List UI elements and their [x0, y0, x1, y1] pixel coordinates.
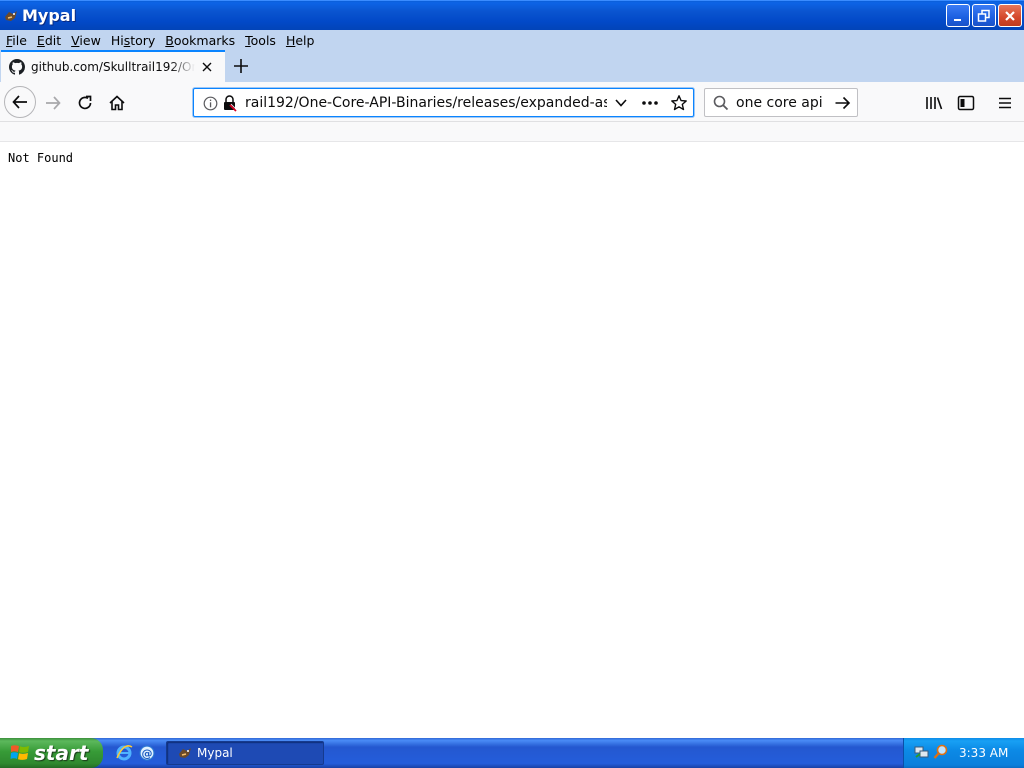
windows-logo-icon: [10, 743, 30, 763]
tab-close-button[interactable]: [199, 59, 215, 75]
navigation-toolbar: rail192/One-Core-API-Binaries/releases/e…: [0, 82, 1024, 122]
svg-text:@: @: [142, 747, 153, 760]
taskbar: start @ Mypal 3:33 AM: [0, 738, 1024, 768]
taskbar-button-mypal[interactable]: Mypal: [166, 741, 324, 765]
menu-tools[interactable]: Tools: [240, 33, 281, 48]
bookmark-star-icon[interactable]: [670, 94, 688, 115]
close-button[interactable]: [998, 4, 1022, 27]
not-found-text: Not Found: [8, 151, 74, 165]
chevron-down-icon[interactable]: [614, 97, 628, 112]
menu-history[interactable]: History: [106, 33, 160, 48]
home-button[interactable]: [106, 92, 128, 114]
close-icon: [202, 62, 212, 72]
menu-help[interactable]: Help: [281, 33, 320, 48]
mypal-app-icon: [177, 745, 193, 761]
page-actions-icon[interactable]: [641, 97, 659, 112]
network-icon[interactable]: [914, 744, 930, 763]
restore-button[interactable]: [972, 4, 996, 27]
search-bar[interactable]: one core api: [704, 88, 858, 117]
menu-button[interactable]: [993, 92, 1017, 114]
back-button[interactable]: [4, 86, 36, 118]
hamburger-menu-icon: [999, 97, 1011, 109]
outlook-express-icon[interactable]: @: [138, 744, 156, 762]
sidebar-button[interactable]: [954, 92, 978, 114]
insecure-lock-icon[interactable]: [222, 95, 238, 115]
restore-icon: [977, 9, 990, 22]
reload-icon: [78, 95, 92, 110]
github-icon: [9, 59, 25, 75]
start-label: start: [34, 741, 89, 765]
page-content: Not Found: [0, 142, 1024, 738]
mypal-app-icon: [3, 8, 19, 24]
arrow-left-icon: [12, 95, 27, 109]
search-input[interactable]: one core api: [736, 95, 823, 111]
forward-button[interactable]: [42, 92, 64, 114]
sidebar-icon: [957, 95, 975, 111]
menu-bookmarks[interactable]: Bookmarks: [160, 33, 240, 48]
url-bar[interactable]: rail192/One-Core-API-Binaries/releases/e…: [193, 88, 694, 117]
minimize-icon: [954, 18, 961, 21]
taskbar-button-label: Mypal: [197, 746, 233, 760]
tab-title: github.com/Skulltrail192/One-Core-API-Bi…: [31, 60, 195, 74]
url-text[interactable]: rail192/One-Core-API-Binaries/releases/e…: [245, 95, 607, 111]
search-go-button[interactable]: [834, 95, 851, 114]
window-title: Mypal: [22, 6, 77, 25]
menu-bar: File Edit View History Bookmarks Tools H…: [0, 30, 1024, 50]
menu-edit[interactable]: Edit: [32, 33, 66, 48]
clock: 3:33 AM: [959, 746, 1009, 760]
plus-icon: [234, 59, 248, 73]
home-icon: [109, 95, 125, 111]
minimize-button[interactable]: [946, 4, 970, 27]
internet-explorer-icon[interactable]: [115, 744, 133, 762]
search-icon: [713, 95, 729, 114]
reload-button[interactable]: [74, 92, 96, 114]
arrow-right-icon: [46, 96, 61, 110]
library-button[interactable]: [922, 92, 946, 114]
toolbar-spacer: [0, 122, 1024, 142]
close-icon: [1005, 10, 1015, 21]
magnifier-tray-icon[interactable]: [933, 744, 949, 763]
new-tab-button[interactable]: [230, 55, 252, 77]
library-icon: [926, 97, 943, 110]
arrow-right-icon: [835, 96, 851, 110]
tab-strip: github.com/Skulltrail192/One-Core-API-Bi…: [0, 50, 1024, 82]
start-button[interactable]: start: [0, 738, 103, 768]
tab-github[interactable]: github.com/Skulltrail192/One-Core-API-Bi…: [1, 50, 225, 82]
menu-view[interactable]: View: [66, 33, 106, 48]
title-bar: Mypal: [0, 0, 1024, 30]
menu-file[interactable]: File: [0, 33, 32, 48]
info-icon[interactable]: [203, 96, 218, 114]
system-tray: 3:33 AM: [903, 738, 1024, 768]
